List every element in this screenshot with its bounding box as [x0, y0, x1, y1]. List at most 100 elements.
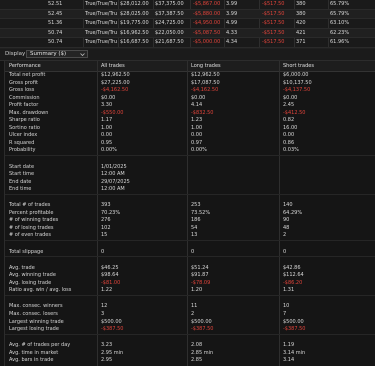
result-cell: 61.96%: [330, 39, 350, 46]
summary-value: 3.14 min: [283, 349, 306, 356]
display-label: Display: [5, 51, 26, 57]
result-row[interactable]: 50.74 True/True/Tru $16,962.50 $22,050.00 -$…: [0, 28, 375, 39]
summary-value: -$387.50: [283, 326, 306, 333]
summary-label: Commission: [9, 94, 40, 101]
result-cell: $28,025.00: [120, 10, 149, 17]
summary-value: -$4,162.50: [191, 87, 219, 94]
result-row[interactable]: 51.36 True/True/Tru $19,775.00 $24,725.00 -$…: [0, 19, 375, 29]
result-cell: $24,725.00: [155, 20, 184, 27]
summary-label: # of losing trades: [9, 224, 54, 231]
result-cell: -$5,867.00: [193, 1, 221, 7]
summary-value: $500.00: [283, 318, 304, 325]
summary-value: -$550.00: [101, 109, 124, 116]
group-separator: [5, 155, 375, 164]
header-long-trades: Long trades: [191, 63, 221, 69]
result-cell: 65.79%: [330, 1, 350, 7]
summary-value: 1/01/2025: [101, 163, 127, 170]
result-cell: 3.99: [226, 10, 238, 17]
summary-row: Total slippage 0 0 0: [5, 249, 375, 257]
summary-label: Sortino ratio: [9, 124, 40, 131]
summary-label: R squared: [9, 139, 35, 146]
summary-value: 0.00: [191, 132, 203, 139]
summary-value: 70.23%: [101, 209, 121, 216]
summary-row: # of losing trades 102 54 48: [5, 225, 375, 233]
summary-table: Performance All trades Long trades Short…: [4, 61, 375, 366]
summary-value: 2: [283, 232, 287, 239]
summary-value: -$387.50: [191, 326, 214, 333]
summary-value: 1.17: [101, 117, 113, 124]
summary-value: 54: [191, 224, 198, 231]
summary-value: 1.23: [191, 117, 203, 124]
summary-value: 64.29%: [283, 209, 303, 216]
result-cell: $22,050.00: [155, 29, 184, 36]
summary-row: Sharpe ratio 1.17 1.23 0.82: [5, 117, 375, 125]
summary-value: 1.00: [191, 124, 203, 131]
summary-value: 0.82: [283, 117, 295, 124]
summary-value: 13: [191, 232, 198, 239]
header-short-trades: Short trades: [283, 63, 314, 69]
summary-value: 1.00: [101, 124, 113, 131]
summary-value: 2.85: [191, 357, 203, 364]
summary-value: $91.87: [191, 272, 209, 279]
summary-value: -$832.50: [191, 109, 214, 116]
summary-value: 0.86: [283, 139, 295, 146]
summary-value: 0.00%: [191, 147, 207, 154]
summary-row: Avg. time in market 2.95 min 2.85 min 3.14 …: [5, 350, 375, 358]
result-cell: 3.99: [226, 1, 238, 7]
result-cell: -$5,000.00: [193, 39, 221, 46]
summary-value: 2.85 min: [191, 349, 214, 356]
summary-label: Ulcer index: [9, 132, 38, 139]
performance-window: 52.51 True/True/Tru $28,012.00 $37,375.00 -$…: [0, 0, 375, 366]
summary-value: $0.00: [283, 94, 298, 101]
results-grid[interactable]: 52.51 True/True/Tru $28,012.00 $37,375.00 -$…: [0, 0, 375, 49]
summary-row: End date 29/07/2025: [5, 179, 375, 187]
result-row[interactable]: 52.51 True/True/Tru $28,012.00 $37,375.00 -$…: [0, 0, 375, 10]
summary-label: # of even trades: [9, 232, 51, 239]
display-select-value: Summary ($): [30, 51, 67, 57]
summary-value: 0: [101, 248, 105, 255]
result-cell: 420: [296, 20, 306, 27]
result-cell: 50.74: [48, 39, 63, 46]
summary-value: 393: [101, 202, 111, 209]
summary-value: 140: [283, 202, 293, 209]
summary-value: 10: [283, 303, 290, 310]
result-row[interactable]: 52.45 True/True/Tru $28,025.00 $37,387.50 -$…: [0, 9, 375, 20]
result-cell: -$517.50: [262, 10, 285, 17]
summary-value: $27,225.00: [101, 79, 130, 86]
display-bar: Display Summary ($): [0, 49, 375, 61]
summary-value: 1.31: [283, 287, 295, 294]
summary-row: Sortino ratio 1.00 1.00 16.00: [5, 125, 375, 133]
summary-label: Total # of trades: [9, 202, 51, 209]
header-all-trades: All trades: [101, 63, 125, 69]
summary-value: 12:00 AM: [101, 186, 125, 193]
result-cell: 63.10%: [330, 20, 350, 27]
summary-label: Avg. losing trade: [9, 279, 52, 286]
summary-value: $17,087.50: [191, 79, 220, 86]
summary-value: 11: [191, 303, 198, 310]
result-cell: -$4,950.00: [193, 20, 221, 27]
summary-value: $500.00: [191, 318, 212, 325]
summary-value: 2.45: [283, 102, 295, 109]
result-cell: 4.33: [226, 29, 238, 36]
summary-row: Avg. losing trade -$81.00 -$78.09 -$86.20: [5, 280, 375, 288]
summary-value: $0.00: [101, 94, 116, 101]
summary-label: Largest winning trade: [9, 318, 64, 325]
summary-value: 12: [101, 303, 108, 310]
summary-value: 102: [101, 224, 111, 231]
summary-value: 90: [283, 217, 290, 224]
summary-row: Commission $0.00 $0.00 $0.00: [5, 95, 375, 103]
summary-value: 2.95: [101, 357, 113, 364]
summary-value: 186: [191, 217, 201, 224]
summary-value: 48: [283, 224, 290, 231]
summary-label: Sharpe ratio: [9, 117, 40, 124]
result-row[interactable]: 50.74 True/True/Tru$16,687.50 $21,687.50 -$…: [0, 38, 375, 48]
summary-value: 3.23: [101, 342, 113, 349]
summary-row: Gross loss -$4,162.50 -$4,162.50 -$4,137.50: [5, 87, 375, 95]
summary-value: 2: [191, 310, 195, 317]
chevron-down-icon: [80, 53, 85, 57]
display-select[interactable]: Summary ($): [26, 50, 88, 58]
summary-label: End date: [9, 178, 32, 185]
summary-row: Max. drawdown -$550.00 -$832.50 -$412.50: [5, 110, 375, 118]
group-separator: [5, 193, 375, 203]
result-cell: -$517.50: [262, 1, 285, 7]
